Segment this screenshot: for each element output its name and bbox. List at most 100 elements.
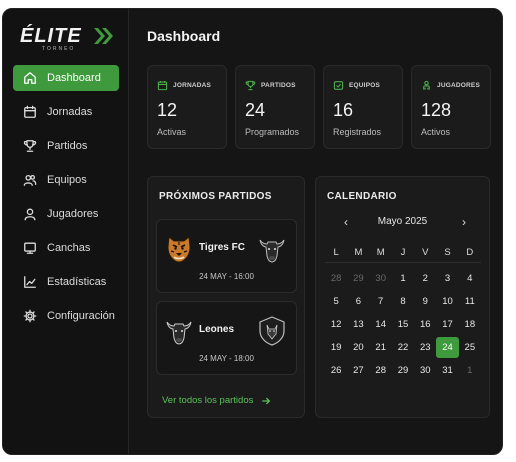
sidebar-item-label: Jugadores — [47, 208, 99, 220]
stat-card-jornadas[interactable]: JORNADAS 12 Activas — [147, 65, 227, 149]
match-card[interactable]: Leones 24 MAY - 18:00 — [156, 301, 297, 375]
calendar-day[interactable]: 22 — [392, 337, 414, 358]
sidebar-item-dashboard[interactable]: Dashboard — [13, 65, 119, 91]
calendar-day[interactable]: 23 — [414, 337, 436, 358]
weekday-label: S — [444, 247, 451, 258]
sidebar-item-label: Equipos — [47, 174, 87, 186]
calendar-day[interactable]: 12 — [325, 314, 347, 335]
stat-label: JUGADORES — [437, 82, 480, 89]
brand-sub: TORNEO — [42, 46, 76, 52]
monitor-icon — [23, 241, 37, 255]
calendar-day[interactable]: 19 — [325, 337, 347, 358]
sidebar-item-label: Configuración — [47, 310, 115, 322]
calendar-icon — [23, 105, 37, 119]
sidebar-item-canchas[interactable]: Canchas — [13, 235, 119, 261]
see-all-label: Ver todos los partidos — [162, 395, 254, 406]
sidebar-item-label: Jornadas — [47, 106, 93, 118]
calendar-day[interactable]: 17 — [436, 314, 458, 335]
user-icon — [23, 207, 37, 221]
weekday-label: D — [466, 247, 474, 258]
calendar-day[interactable]: 21 — [370, 337, 392, 358]
match-team: Tigres FC — [199, 242, 245, 253]
sidebar-item-label: Dashboard — [47, 72, 101, 84]
calendar-day[interactable]: 29 — [347, 268, 369, 289]
calendar-day[interactable]: 25 — [459, 337, 481, 358]
chevrons-icon — [94, 28, 113, 44]
calendar-day[interactable]: 13 — [347, 314, 369, 335]
calendar-day[interactable]: 30 — [414, 360, 436, 381]
sidebar-item-jugadores[interactable]: Jugadores — [13, 201, 119, 227]
sidebar-item-equipos[interactable]: Equipos — [13, 167, 119, 193]
calendar-day[interactable]: 30 — [370, 268, 392, 289]
brand-logo[interactable]: ÉLITE TORNEO — [20, 25, 115, 53]
match-card[interactable]: Tigres FC 24 MAY - 16:00 — [156, 219, 297, 293]
home-icon — [23, 71, 37, 85]
player-icon — [423, 80, 430, 90]
app-window: ÉLITE TORNEO Dashboard Jornadas Partidos — [2, 8, 503, 455]
calendar-day[interactable]: 9 — [414, 291, 436, 312]
calendar-day[interactable]: 29 — [392, 360, 414, 381]
sidebar-item-label: Partidos — [47, 140, 88, 152]
calendar-day-today[interactable]: 24 — [436, 337, 459, 358]
sidebar-item-partidos[interactable]: Partidos — [13, 133, 119, 159]
stat-card-equipos[interactable]: EQUIPOS 16 Registrados — [323, 65, 403, 149]
calendar-day[interactable]: 28 — [370, 360, 392, 381]
stat-label: PARTIDOS — [261, 82, 296, 89]
calendar-day[interactable]: 8 — [392, 291, 414, 312]
sidebar-item-configuracion[interactable]: Configuración — [13, 303, 119, 329]
brand-name: ÉLITE — [20, 25, 82, 47]
stat-value: 128 — [421, 100, 452, 120]
sidebar-nav: Dashboard Jornadas Partidos Equipos Juga… — [13, 65, 119, 337]
trophy-icon — [245, 80, 256, 91]
calendar-week: 19 20 21 22 23 24 25 — [325, 336, 481, 359]
calendar-day[interactable]: 31 — [436, 360, 458, 381]
page-title: Dashboard — [147, 28, 221, 44]
weekday-label: M — [376, 247, 385, 258]
calendar-day[interactable]: 6 — [347, 291, 369, 312]
calendar-day[interactable]: 7 — [370, 291, 392, 312]
upcoming-matches-panel: PRÓXIMOS PARTIDOS Tigres FC 24 MAY - 16:… — [147, 176, 305, 418]
stat-card-partidos[interactable]: PARTIDOS 24 Programados — [235, 65, 315, 149]
sidebar-item-label: Estadísticas — [47, 276, 107, 288]
match-team: Leones — [199, 324, 235, 335]
calendar-day[interactable]: 11 — [459, 291, 481, 312]
calendar-day[interactable]: 1 — [392, 268, 414, 289]
calendar-day[interactable]: 26 — [325, 360, 347, 381]
match-date: 24 MAY - 18:00 — [199, 354, 254, 363]
calendar-day[interactable]: 2 — [414, 268, 436, 289]
calendar-day[interactable]: 15 — [392, 314, 414, 335]
bull-crest-icon — [166, 321, 192, 345]
see-all-matches-link[interactable]: Ver todos los partidos — [162, 395, 271, 406]
calendar-day[interactable]: 3 — [436, 268, 458, 289]
weekday-label: M — [354, 247, 363, 258]
calendar-weekdays: LMMJVSD — [325, 243, 481, 263]
stat-value: 16 — [333, 100, 354, 120]
calendar-week: 12 13 14 15 16 17 18 — [325, 313, 481, 336]
calendar-icon — [157, 81, 168, 91]
stat-value: 24 — [245, 100, 266, 120]
arrow-right-icon — [262, 397, 271, 404]
sidebar-item-jornadas[interactable]: Jornadas — [13, 99, 119, 125]
stat-sub: Registrados — [333, 127, 382, 137]
bull-crest-icon — [259, 239, 285, 263]
calendar-day[interactable]: 16 — [414, 314, 436, 335]
sidebar-item-label: Canchas — [47, 242, 91, 254]
calendar-week: 26 27 28 29 30 31 1 — [325, 359, 481, 382]
calendar-day[interactable]: 10 — [436, 291, 458, 312]
chevron-right-icon[interactable]: › — [457, 215, 471, 229]
shield-check-icon — [333, 81, 344, 90]
calendar-day[interactable]: 27 — [347, 360, 369, 381]
calendar-day[interactable]: 5 — [325, 291, 347, 312]
stat-card-jugadores[interactable]: JUGADORES 128 Activos — [411, 65, 491, 149]
calendar-day[interactable]: 14 — [370, 314, 392, 335]
sidebar-item-estadisticas[interactable]: Estadísticas — [13, 269, 119, 295]
stat-value: 12 — [157, 100, 178, 120]
match-date: 24 MAY - 16:00 — [199, 272, 254, 281]
calendar-week: 28 29 30 1 2 3 4 — [325, 267, 481, 290]
calendar-day[interactable]: 1 — [459, 360, 481, 381]
calendar-day[interactable]: 20 — [347, 337, 369, 358]
calendar-day[interactable]: 28 — [325, 268, 347, 289]
calendar-day[interactable]: 4 — [459, 268, 481, 289]
weekday-label: J — [400, 247, 406, 258]
calendar-day[interactable]: 18 — [459, 314, 481, 335]
